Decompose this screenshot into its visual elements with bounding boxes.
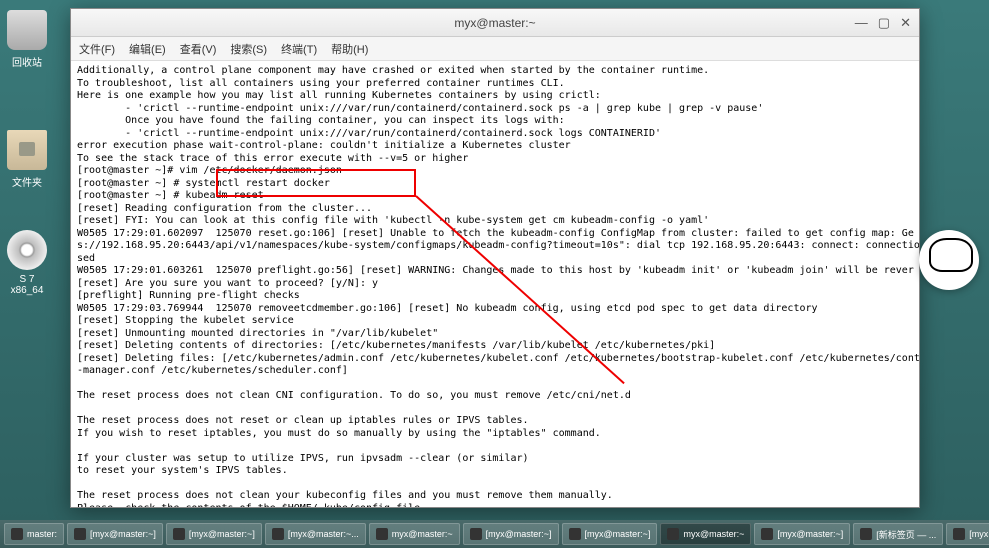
desktop-folder[interactable]: 文件夹 (2, 130, 52, 189)
terminal-icon (761, 528, 773, 540)
taskbar-item-label: [myx@master:~] (585, 529, 651, 539)
minimize-button[interactable]: — (855, 15, 868, 31)
desktop-cd[interactable]: S 7 x86_64 (2, 230, 52, 296)
desktop-trash[interactable]: 回收站 (2, 10, 52, 69)
taskbar-item[interactable]: [myx@master:~] (67, 523, 163, 545)
desktop-assistant-mascot[interactable] (919, 230, 979, 290)
cd-icon (7, 230, 47, 270)
taskbar-item[interactable]: [新标签页 — ... (853, 523, 943, 545)
taskbar-item-label: [myx@master:~... (288, 529, 359, 539)
menu-file[interactable]: 文件(F) (79, 41, 115, 57)
taskbar-item-label: [myx@master:~] (486, 529, 552, 539)
taskbar-item[interactable]: [myx@master:~] (946, 523, 989, 545)
terminal-icon (667, 528, 679, 540)
taskbar-item-label: myx@master:~ (392, 529, 453, 539)
terminal-icon (74, 528, 86, 540)
terminal-icon (173, 528, 185, 540)
taskbar-item-label: master: (27, 529, 57, 539)
menu-view[interactable]: 查看(V) (180, 41, 217, 57)
taskbar-item[interactable]: master: (4, 523, 64, 545)
taskbar-item-label: [myx@master:~] (777, 529, 843, 539)
taskbar-item[interactable]: [myx@master:~] (463, 523, 559, 545)
taskbar-item[interactable]: [myx@master:~] (754, 523, 850, 545)
taskbar: master: [myx@master:~] [myx@master:~] [myx@… (0, 520, 989, 548)
cd-label: S 7 x86_64 (2, 274, 52, 296)
taskbar-item-label: [新标签页 — ... (876, 528, 936, 541)
taskbar-item-label: myx@master:~ (683, 529, 744, 539)
taskbar-item[interactable]: [myx@master:~] (562, 523, 658, 545)
taskbar-item-label: [myx@master:~] (969, 529, 989, 539)
menu-edit[interactable]: 编辑(E) (129, 41, 166, 57)
folder-icon (7, 130, 47, 170)
titlebar[interactable]: myx@master:~ — ▢ ✕ (71, 9, 919, 37)
close-button[interactable]: ✕ (900, 15, 911, 31)
menubar: 文件(F) 编辑(E) 查看(V) 搜索(S) 终端(T) 帮助(H) (71, 37, 919, 61)
trash-label: 回收站 (2, 54, 52, 69)
menu-search[interactable]: 搜索(S) (230, 41, 267, 57)
terminal-icon (470, 528, 482, 540)
window-title: myx@master:~ (79, 16, 911, 30)
taskbar-item-label: [myx@master:~] (189, 529, 255, 539)
menu-terminal[interactable]: 终端(T) (281, 41, 317, 57)
maximize-button[interactable]: ▢ (878, 15, 890, 31)
terminal-icon (376, 528, 388, 540)
terminal-icon (569, 528, 581, 540)
terminal-output[interactable]: Additionally, a control plane component … (71, 61, 919, 507)
terminal-window: myx@master:~ — ▢ ✕ 文件(F) 编辑(E) 查看(V) 搜索(… (70, 8, 920, 508)
terminal-icon (953, 528, 965, 540)
trash-icon (7, 10, 47, 50)
terminal-icon (860, 528, 872, 540)
taskbar-item-label: [myx@master:~] (90, 529, 156, 539)
menu-help[interactable]: 帮助(H) (331, 41, 368, 57)
taskbar-item[interactable]: myx@master:~ (369, 523, 460, 545)
terminal-icon (11, 528, 23, 540)
folder-label: 文件夹 (2, 174, 52, 189)
taskbar-item[interactable]: myx@master:~ (660, 523, 751, 545)
terminal-icon (272, 528, 284, 540)
taskbar-item[interactable]: [myx@master:~] (166, 523, 262, 545)
taskbar-item[interactable]: [myx@master:~... (265, 523, 366, 545)
